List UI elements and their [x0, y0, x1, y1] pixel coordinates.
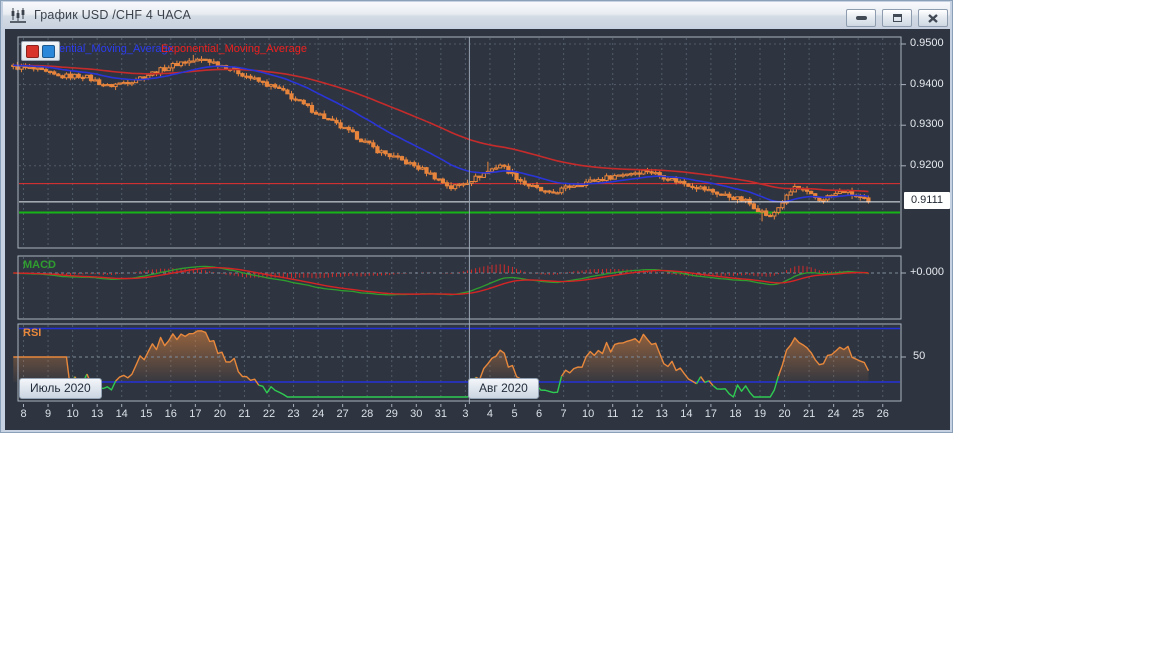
candlestick-chart-icon	[10, 8, 26, 23]
time-tick-label: 3	[462, 408, 469, 420]
time-tick-label: 30	[410, 408, 423, 420]
blue-swatch-icon	[42, 44, 55, 58]
rsi-panel-label: RSI	[23, 327, 42, 339]
time-tick-label: 10	[582, 408, 595, 420]
time-tick-label: 26	[876, 408, 889, 420]
macd-panel-label: MACD	[23, 259, 56, 271]
close-icon	[928, 13, 938, 23]
restore-button[interactable]	[882, 9, 912, 27]
time-tick-label: 19	[753, 408, 767, 420]
time-tick-label: 25	[852, 408, 865, 420]
time-tick-label: 28	[361, 408, 374, 420]
price-tick-label: 0.9300	[910, 118, 944, 131]
time-tick-label: 20	[778, 408, 791, 420]
page: График USD /CHF 4 ЧАСА ential_Moving_Ave…	[0, 0, 1152, 648]
month-badge-august[interactable]: Авг 2020	[468, 378, 539, 399]
time-tick-label: 29	[385, 408, 398, 420]
time-tick-label: 14	[115, 408, 128, 420]
minimize-button[interactable]	[846, 9, 876, 27]
time-tick-label: 7	[560, 408, 567, 420]
window-controls	[846, 9, 948, 27]
chart-client-area[interactable]: ential_Moving_Average Exponential_Moving…	[5, 29, 950, 430]
time-tick-label: 8	[20, 408, 27, 420]
time-tick-label: 22	[262, 408, 276, 420]
restore-icon	[892, 14, 902, 22]
minimize-icon	[855, 16, 867, 20]
chart-window: График USD /CHF 4 ЧАСА ential_Moving_Ave…	[0, 0, 953, 433]
time-tick-label: 17	[704, 408, 718, 420]
time-tick-label: 16	[164, 408, 177, 420]
time-tick-label: 11	[606, 408, 619, 420]
price-tick-label: 0.9400	[910, 77, 944, 90]
time-tick-label: 31	[434, 408, 447, 420]
ema-slow-legend-label: Exponential_Moving_Average	[161, 43, 307, 55]
time-tick-label: 12	[631, 408, 644, 420]
red-swatch-icon	[26, 44, 39, 58]
macd-zero-axis-label: +0.000	[910, 266, 944, 278]
time-tick-label: 13	[655, 408, 668, 420]
time-tick-label: 14	[680, 408, 693, 420]
time-tick-label: 9	[44, 408, 52, 420]
time-tick-label: 21	[802, 408, 816, 420]
window-title: График USD /CHF 4 ЧАСА	[34, 8, 191, 22]
price-tick-label: 0.9500	[910, 37, 944, 49]
time-tick-label: 15	[140, 408, 153, 420]
chart-canvas[interactable]	[5, 29, 950, 430]
time-tick-label: 13	[91, 408, 104, 420]
time-tick-label: 6	[535, 408, 543, 420]
time-tick-label: 24	[311, 408, 325, 420]
close-button[interactable]	[918, 9, 948, 27]
month-badge-july[interactable]: Июль 2020	[19, 378, 102, 399]
time-tick-label: 24	[827, 408, 840, 420]
time-tick-label: 5	[511, 408, 518, 420]
time-tick-label: 17	[189, 408, 202, 420]
time-tick-label: 10	[66, 408, 79, 420]
indicator-legend-button[interactable]	[21, 41, 60, 61]
time-tick-label: 27	[336, 408, 349, 420]
time-tick-label: 4	[486, 408, 493, 420]
current-price-tag: 0.9111	[904, 192, 950, 209]
time-tick-label: 23	[287, 408, 300, 420]
price-tick-label: 0.9200	[910, 158, 944, 171]
title-bar[interactable]: График USD /CHF 4 ЧАСА	[3, 2, 950, 28]
time-tick-label: 20	[213, 408, 227, 420]
time-tick-label: 18	[729, 408, 742, 420]
time-tick-label: 21	[238, 408, 251, 420]
rsi-fifty-axis-label: 50	[913, 350, 926, 362]
ema-fast-legend-label: ential_Moving_Average	[59, 43, 174, 55]
